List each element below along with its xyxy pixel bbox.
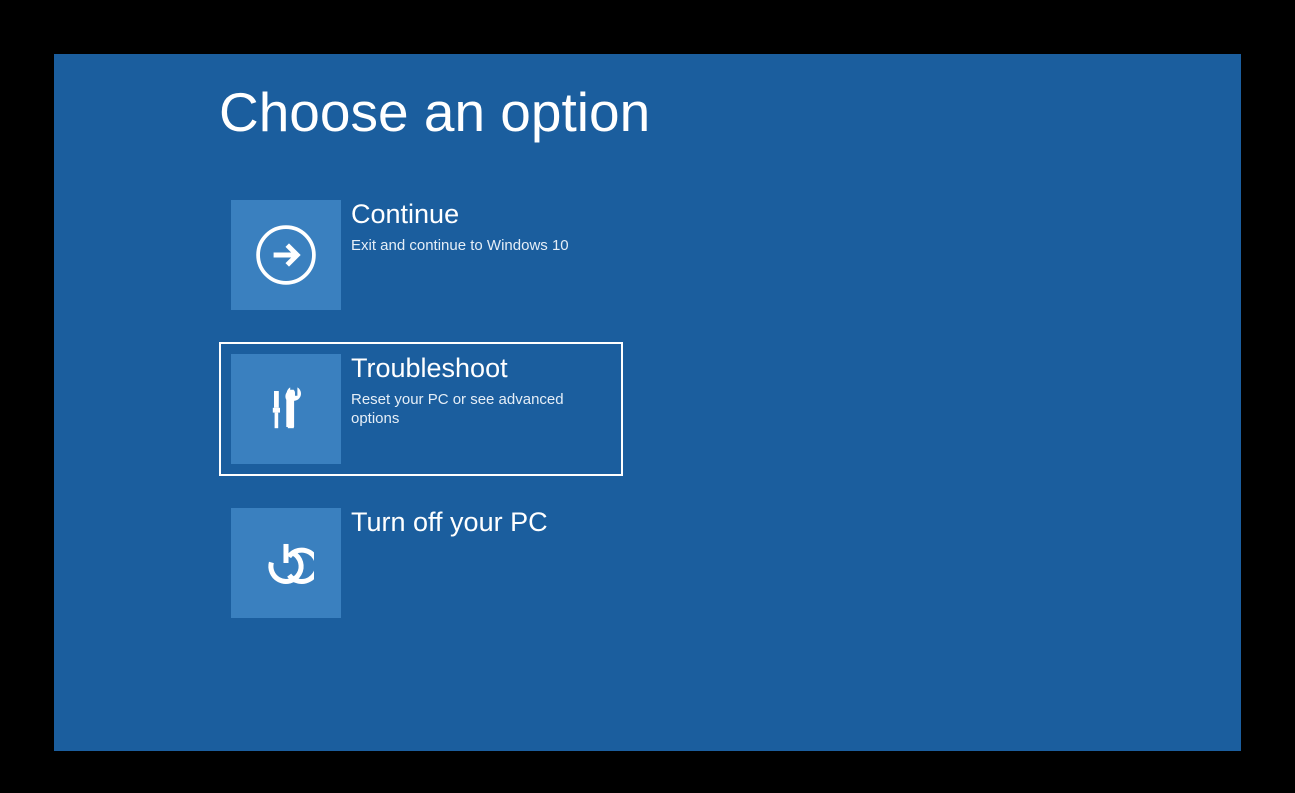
outer-frame: Choose an option Continue Exit and conti… [22,22,1273,771]
recovery-screen: Choose an option Continue Exit and conti… [54,54,1241,751]
power-icon [231,508,341,618]
option-subtitle: Reset your PC or see advanced options [351,390,611,429]
option-title: Continue [351,200,569,230]
page-title: Choose an option [219,80,1241,144]
options-list: Continue Exit and continue to Windows 10 [219,188,1241,630]
option-text: Troubleshoot Reset your PC or see advanc… [341,354,611,429]
option-title: Troubleshoot [351,354,611,384]
option-title: Turn off your PC [351,508,548,538]
option-troubleshoot[interactable]: Troubleshoot Reset your PC or see advanc… [219,342,623,476]
tools-icon [231,354,341,464]
option-turnoff[interactable]: Turn off your PC [219,496,623,630]
arrow-right-icon [231,200,341,310]
option-text: Continue Exit and continue to Windows 10 [341,200,569,255]
option-continue[interactable]: Continue Exit and continue to Windows 10 [219,188,623,322]
option-text: Turn off your PC [341,508,548,544]
option-subtitle: Exit and continue to Windows 10 [351,236,569,256]
